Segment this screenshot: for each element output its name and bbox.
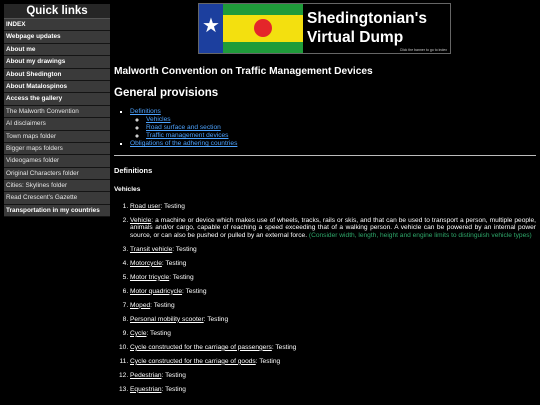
definition-item: Road user: Testing (130, 203, 536, 210)
definition-term: Cycle constructed for the carriage of go… (130, 357, 256, 365)
definition-text: : Testing (172, 245, 197, 253)
toc-item: Definitions Vehicles Road surface and se… (130, 108, 536, 140)
definition-term: Road user (130, 203, 161, 210)
definition-item: Cycle constructed for the carriage of go… (130, 358, 536, 365)
sidebar-items: INDEX Webpage updates About me About my dra… (4, 19, 110, 218)
definition-term: Cycle (130, 329, 147, 337)
banner-title-line1: Shedingtonian's (307, 10, 427, 27)
banner-hint: Click the banner to go to index (399, 48, 447, 52)
definition-term: Pedestrian (130, 371, 162, 379)
definition-text: : Testing (161, 371, 186, 379)
definition-item: Personal mobility scooter: Testing (130, 316, 536, 323)
definition-text: : Testing (160, 203, 185, 210)
definition-term: Equestrian (130, 385, 162, 393)
definition-term: Motor quadricycle (130, 287, 183, 295)
definitions-list: Road user: TestingVehicle: a machine or … (114, 203, 536, 393)
definition-text: : Testing (161, 259, 187, 267)
toc-link-road-surface[interactable]: Road surface and section (146, 124, 221, 131)
definition-text: : Testing (203, 315, 229, 323)
sidebar-link-ai-disclaimers[interactable]: AI disclaimers (4, 118, 110, 131)
definition-item: Motorcycle: Testing (130, 260, 536, 267)
definition-text: : Testing (271, 343, 297, 351)
definition-item: Pedestrian: Testing (130, 372, 536, 379)
definition-item: Cycle constructed for the carriage of pa… (130, 344, 536, 351)
definition-note: (Consider width, length, height and engi… (307, 231, 532, 239)
toc-link-traffic-devices[interactable]: Traffic management devices (146, 132, 228, 139)
definition-item: Motor quadricycle: Testing (130, 288, 536, 295)
definitions-heading: Definitions (114, 166, 153, 175)
definition-term: Vehicle (130, 217, 152, 224)
definition-term: Cycle constructed for the carriage of pa… (130, 343, 272, 351)
definition-term: Personal mobility scooter (130, 315, 204, 323)
definition-term: Motorcycle (130, 259, 162, 267)
definition-text: : Testing (161, 385, 186, 393)
toc-link-definitions[interactable]: Definitions (130, 108, 161, 115)
main-content: Malworth Convention on Traffic Managemen… (114, 66, 536, 405)
sidebar-link-videogames-folder[interactable]: Videogames folder (4, 155, 110, 168)
banner-text: Shedingtonian's Virtual Dump Click the b… (303, 4, 450, 53)
sidebar-link-cities-skylines-folder[interactable]: Cities: Skylines folder (4, 180, 110, 193)
quick-links-sidebar: Quick links INDEX Webpage updates About me… (4, 4, 110, 218)
definition-text: : Testing (255, 357, 281, 365)
page-title: Malworth Convention on Traffic Managemen… (114, 66, 373, 77)
definition-item: Cycle: Testing (130, 330, 536, 337)
sidebar-link-town-maps-folder[interactable]: Town maps folder (4, 130, 110, 143)
definition-text: : Testing (182, 287, 207, 295)
definition-item: Motor tricycle: Testing (130, 274, 536, 281)
sidebar-link-transportation-in-my-countries[interactable]: Transportation in my countries (4, 204, 110, 218)
sidebar-link-about-my-drawings[interactable]: About my drawings (4, 56, 110, 69)
sidebar-link-access-the-gallery[interactable]: Access the gallery (4, 93, 110, 106)
definition-text: : Testing (169, 273, 194, 281)
flag-logo: ★ (199, 4, 303, 53)
sidebar-link-original-characters-folder[interactable]: Original Characters folder (4, 167, 110, 181)
sidebar-link-about-shedington[interactable]: About Shedington (4, 68, 110, 81)
sidebar-link-bigger-maps-folders[interactable]: Bigger maps folders (4, 142, 110, 156)
definition-term: Moped (130, 301, 151, 309)
sidebar-link-read-crescent-s-gazette[interactable]: Read Crescent's Gazette (4, 192, 110, 205)
sidebar-link-index[interactable]: INDEX (4, 19, 110, 32)
table-of-contents: Definitions Vehicles Road surface and se… (114, 108, 536, 148)
definition-text: : Testing (150, 301, 175, 309)
toc-link-obligations[interactable]: Obligations of the adhering countries (130, 140, 237, 147)
definition-term: Transit vehicle (130, 245, 173, 253)
sidebar-title: Quick links (4, 4, 110, 19)
section-title: General provisions (114, 87, 219, 99)
definition-item: Vehicle: a machine or device which makes… (130, 217, 536, 239)
sun-icon (254, 19, 272, 37)
toc-link-vehicles[interactable]: Vehicles (146, 116, 171, 123)
definition-item: Moped: Testing (130, 302, 536, 309)
definition-text: : Testing (146, 329, 171, 337)
divider (114, 155, 536, 156)
sidebar-link-about-matalospinos[interactable]: About Matalospinos (4, 80, 110, 94)
definition-term: Motor tricycle (130, 273, 170, 281)
sidebar-link-about-me[interactable]: About me (4, 43, 110, 57)
banner-title-line2: Virtual Dump (307, 29, 404, 46)
sidebar-link-webpage-updates[interactable]: Webpage updates (4, 31, 110, 44)
definition-item: Transit vehicle: Testing (130, 246, 536, 253)
toc-item: Obligations of the adhering countries (130, 140, 536, 148)
site-banner[interactable]: ★ Shedingtonian's Virtual Dump Click the… (198, 3, 451, 54)
sidebar-link-the-malworth-convention[interactable]: The Malworth Convention (4, 105, 110, 119)
vehicles-heading: Vehicles (114, 186, 141, 193)
star-icon: ★ (202, 15, 220, 37)
definition-item: Equestrian: Testing (130, 386, 536, 393)
